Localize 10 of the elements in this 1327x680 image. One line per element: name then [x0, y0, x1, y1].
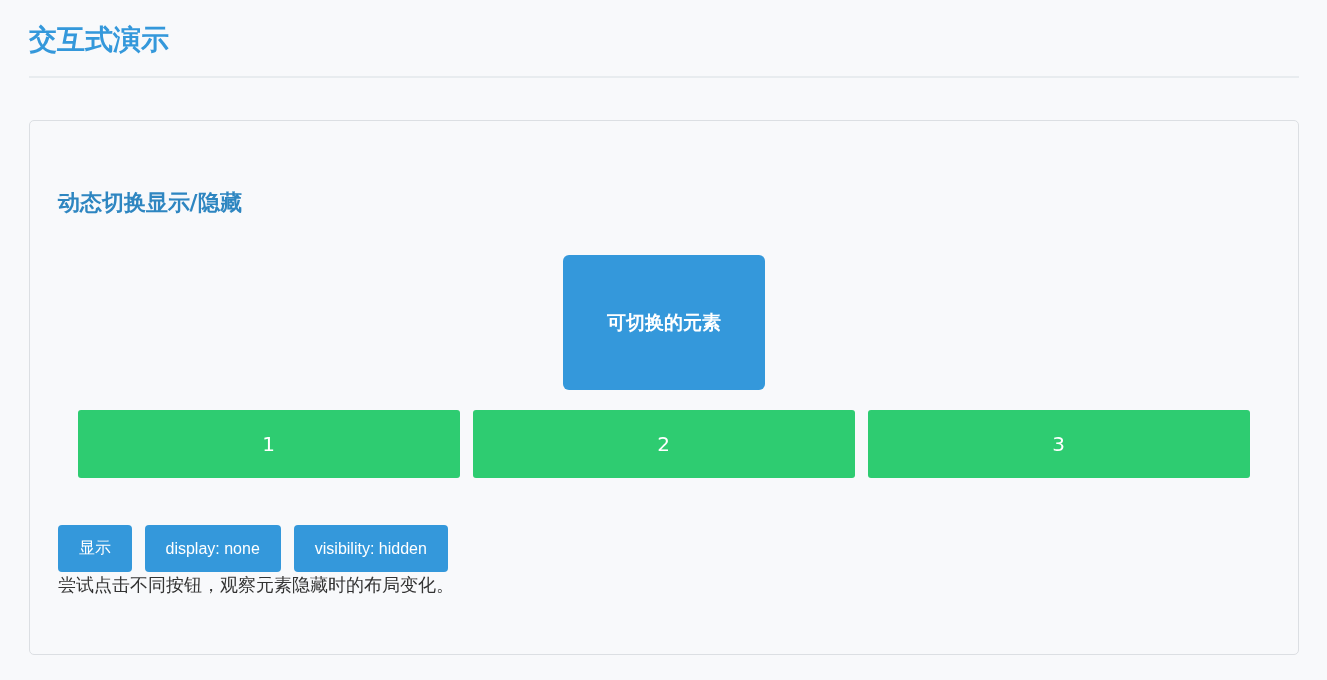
- toggle-button[interactable]: visibility: hidden: [293, 525, 448, 572]
- toggle-element: 可切换的元素: [562, 255, 765, 390]
- number-block: 1: [77, 410, 460, 478]
- toggle-button[interactable]: display: none: [144, 525, 281, 572]
- page-title: 交互式演示: [28, 22, 170, 58]
- hint-text: 尝试点击不同按钮，观察元素隐藏时的布局变化。: [57, 573, 455, 597]
- number-block: 3: [867, 410, 1250, 478]
- toggle-button[interactable]: 显示: [57, 525, 132, 572]
- number-block: 2: [472, 410, 855, 478]
- section-heading: 动态切换显示/隐藏: [57, 189, 243, 217]
